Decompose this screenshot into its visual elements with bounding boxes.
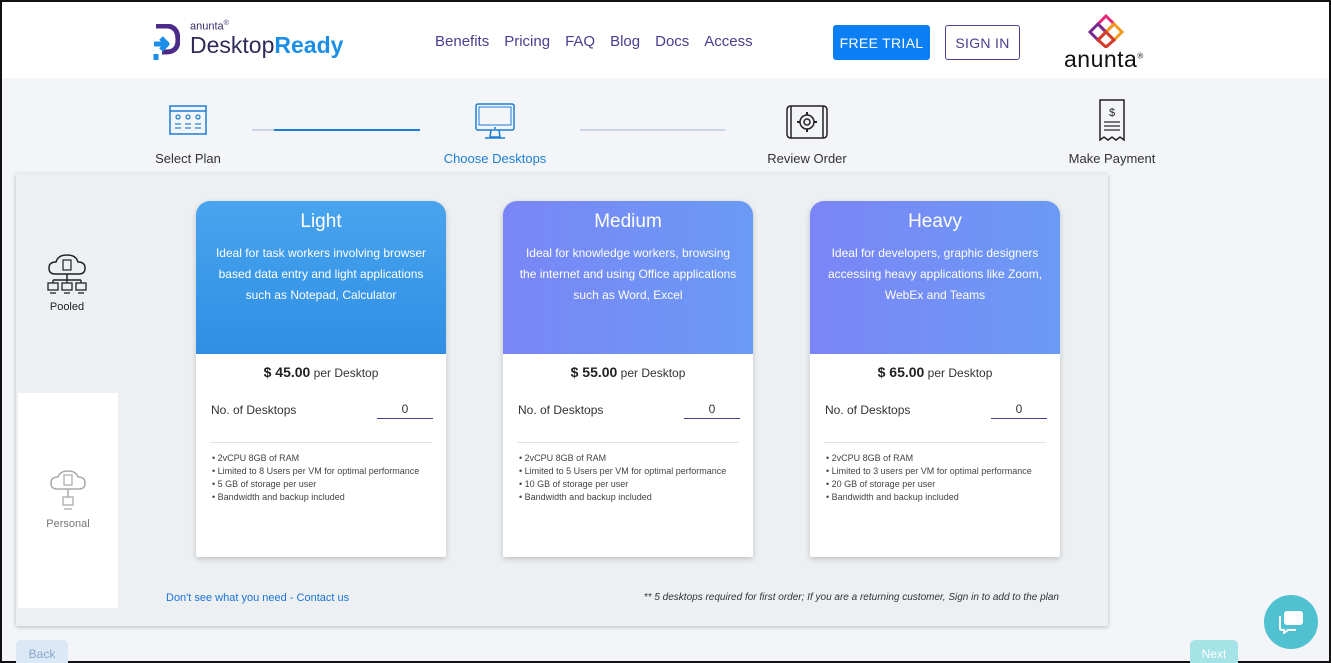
anunta-brand-text: anunta® <box>1064 46 1144 72</box>
plan-card-heavy[interactable]: Heavy Ideal for developers, graphic desi… <box>810 201 1060 557</box>
feature-item: 20 GB of storage per user <box>826 478 1044 491</box>
plan-card-medium[interactable]: Medium Ideal for knowledge workers, brow… <box>503 201 753 557</box>
plan-card-header: Medium Ideal for knowledge workers, brow… <box>503 201 753 354</box>
first-order-note: ** 5 desktops required for first order; … <box>643 592 1059 603</box>
free-trial-button[interactable]: FREE TRIAL <box>833 25 930 60</box>
quantity-row: No. of Desktops <box>196 400 446 436</box>
plan-price: $ 55.00 per Desktop <box>570 364 686 380</box>
browser-grid-icon <box>169 105 207 135</box>
step-label: Review Order <box>767 151 847 166</box>
nav-access[interactable]: Access <box>704 33 752 50</box>
nav-benefits[interactable]: Benefits <box>435 33 489 50</box>
plan-title: Light <box>300 211 342 232</box>
feature-item: Bandwidth and backup included <box>212 491 430 504</box>
anunta-knot-icon <box>1087 14 1125 48</box>
personal-cloud-icon <box>50 470 86 510</box>
sign-in-button[interactable]: SIGN IN <box>945 25 1020 60</box>
feature-item: 2vCPU 8GB of RAM <box>826 452 1044 465</box>
plan-description: Ideal for knowledge workers, browsing th… <box>519 246 737 302</box>
step-make-payment[interactable]: $ Make Payment <box>1066 98 1158 166</box>
nav-blog[interactable]: Blog <box>610 33 640 50</box>
plan-title: Medium <box>594 211 662 232</box>
nav-docs[interactable]: Docs <box>655 33 689 50</box>
desktop-quantity-input[interactable] <box>991 400 1047 419</box>
plan-card-header: Light Ideal for task workers involving b… <box>196 201 446 354</box>
plan-features: 2vCPU 8GB of RAM Limited to 5 Users per … <box>503 443 753 504</box>
chat-widget-button[interactable] <box>1264 595 1318 649</box>
pooled-label: Pooled <box>49 301 85 313</box>
plan-panel: Pooled Personal Light Ideal for task wor… <box>16 174 1108 626</box>
feature-item: Limited to 5 Users per VM for optimal pe… <box>519 465 737 478</box>
contact-us-link[interactable]: Don't see what you need - Contact us <box>166 592 349 604</box>
logo-product-text: DesktopReady <box>190 32 344 58</box>
step-connector-1 <box>252 129 420 131</box>
nav-pricing[interactable]: Pricing <box>504 33 550 50</box>
step-label: Choose Desktops <box>443 151 547 166</box>
feature-item: 2vCPU 8GB of RAM <box>519 452 737 465</box>
scroll-gear-icon <box>786 105 828 139</box>
plan-description: Ideal for task workers involving browser… <box>215 246 427 302</box>
quantity-row: No. of Desktops <box>810 400 1060 436</box>
plan-features: 2vCPU 8GB of RAM Limited to 8 Users per … <box>196 443 446 504</box>
plan-price: $ 65.00 per Desktop <box>877 364 993 380</box>
desktop-quantity-input[interactable] <box>377 400 433 419</box>
feature-item: Bandwidth and backup included <box>519 491 737 504</box>
step-review-order[interactable]: Review Order <box>766 102 848 166</box>
monitor-icon <box>475 103 515 139</box>
desktop-quantity-input[interactable] <box>684 400 740 419</box>
top-header: anunta® DesktopReady Benefits Pricing FA… <box>2 2 1329 78</box>
feature-item: 5 GB of storage per user <box>212 478 430 491</box>
feature-item: Bandwidth and backup included <box>826 491 1044 504</box>
chat-bubble-icon <box>1279 611 1303 634</box>
personal-option[interactable]: Personal <box>18 393 118 608</box>
personal-label: Personal <box>46 518 90 530</box>
step-label: Make Payment <box>1068 151 1156 166</box>
quantity-label: No. of Desktops <box>518 403 604 417</box>
feature-item: Limited to 8 Users per VM for optimal pe… <box>212 465 430 478</box>
quantity-label: No. of Desktops <box>825 403 911 417</box>
quantity-label: No. of Desktops <box>211 403 297 417</box>
step-connector-2 <box>580 129 725 131</box>
step-label: Select Plan <box>155 151 221 166</box>
desktopready-logo-icon <box>153 24 180 60</box>
plan-card-header: Heavy Ideal for developers, graphic desi… <box>810 201 1060 354</box>
nav-faq[interactable]: FAQ <box>565 33 595 50</box>
back-button[interactable]: Back <box>16 640 68 663</box>
feature-item: 10 GB of storage per user <box>519 478 737 491</box>
plan-features: 2vCPU 8GB of RAM Limited to 3 users per … <box>810 443 1060 504</box>
main-nav: Benefits Pricing FAQ Blog Docs Access <box>435 33 753 50</box>
svg-text:$: $ <box>1109 107 1115 119</box>
next-button[interactable]: Next <box>1190 640 1238 663</box>
quantity-row: No. of Desktops <box>503 400 753 436</box>
pooled-option[interactable]: Pooled <box>16 174 118 392</box>
desktopready-logo[interactable]: anunta® DesktopReady <box>152 20 352 64</box>
step-choose-desktops[interactable]: Choose Desktops <box>442 102 548 166</box>
feature-item: Limited to 3 users per VM for optimal pe… <box>826 465 1044 478</box>
feature-item: 2vCPU 8GB of RAM <box>212 452 430 465</box>
receipt-dollar-icon: $ <box>1099 99 1125 142</box>
plan-title: Heavy <box>908 211 962 232</box>
logo-company-text: anunta® <box>190 20 229 33</box>
plan-price: $ 45.00 per Desktop <box>263 364 379 380</box>
pooled-cloud-network-icon <box>47 254 87 294</box>
step-select-plan[interactable]: Select Plan <box>150 102 226 166</box>
anunta-brand-logo: anunta® <box>1060 14 1156 72</box>
plan-card-light[interactable]: Light Ideal for task workers involving b… <box>196 201 446 557</box>
plan-description: Ideal for developers, graphic designers … <box>827 246 1043 302</box>
